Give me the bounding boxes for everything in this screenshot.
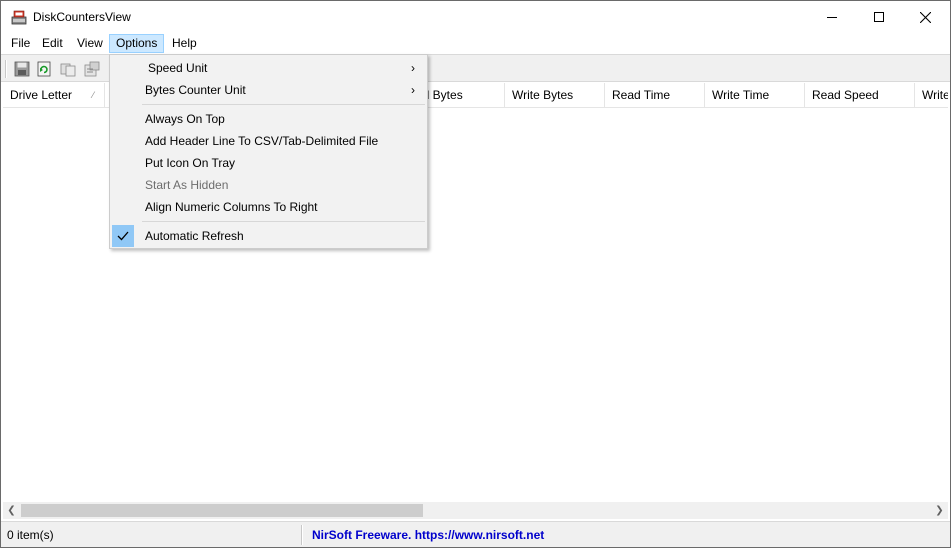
window-title: DiskCountersView bbox=[33, 10, 131, 24]
refresh-icon bbox=[37, 61, 51, 77]
app-disk-icon bbox=[11, 10, 27, 26]
menu-file[interactable]: File bbox=[5, 34, 36, 53]
refresh-button[interactable] bbox=[33, 58, 55, 80]
nirsoft-link[interactable]: NirSoft Freeware. https://www.nirsoft.ne… bbox=[308, 525, 544, 545]
menu-item-start-as-hidden: Start As Hidden bbox=[145, 178, 229, 192]
options-dropdown-menu: Speed Unit › Bytes Counter Unit › Always… bbox=[109, 54, 428, 249]
maximize-icon bbox=[874, 12, 884, 22]
properties-icon bbox=[84, 61, 100, 77]
properties-button[interactable] bbox=[81, 58, 103, 80]
menu-item-automatic-refresh[interactable]: Automatic Refresh bbox=[112, 225, 425, 247]
menu-separator bbox=[142, 104, 425, 105]
menu-edit[interactable]: Edit bbox=[36, 34, 69, 53]
close-icon bbox=[919, 11, 931, 23]
column-write-speed[interactable]: Write bbox=[915, 83, 948, 108]
submenu-arrow-icon: › bbox=[411, 83, 415, 97]
menu-help[interactable]: Help bbox=[166, 34, 203, 53]
menu-item-speed-unit[interactable]: Speed Unit › bbox=[112, 57, 425, 79]
copy-icon bbox=[60, 63, 76, 77]
menu-item-add-header-line[interactable]: Add Header Line To CSV/Tab-Delimited Fil… bbox=[112, 130, 425, 152]
status-item-count: 0 item(s) bbox=[7, 528, 54, 542]
horizontal-scrollbar[interactable]: ❮ ❯ bbox=[3, 502, 948, 519]
status-bar: 0 item(s) NirSoft Freeware. https://www.… bbox=[1, 521, 950, 547]
save-icon bbox=[14, 61, 30, 77]
maximize-button[interactable] bbox=[856, 1, 902, 33]
status-separator bbox=[301, 525, 303, 545]
column-read-speed[interactable]: Read Speed bbox=[805, 83, 915, 108]
menu-item-always-on-top[interactable]: Always On Top bbox=[112, 108, 425, 130]
column-drive-letter[interactable]: Drive Letter ⁄ bbox=[3, 83, 105, 108]
column-read-time[interactable]: Read Time bbox=[605, 83, 705, 108]
copy-button[interactable] bbox=[57, 58, 79, 80]
column-write-bytes[interactable]: Write Bytes bbox=[505, 83, 605, 108]
submenu-arrow-icon: › bbox=[411, 61, 415, 75]
menu-bar: File Edit View Options Help bbox=[1, 33, 950, 53]
menu-item-align-numeric-columns[interactable]: Align Numeric Columns To Right bbox=[112, 196, 425, 218]
scrollbar-thumb[interactable] bbox=[21, 504, 423, 517]
minimize-button[interactable] bbox=[809, 1, 855, 33]
column-write-time[interactable]: Write Time bbox=[705, 83, 805, 108]
app-window: DiskCountersView File Edit View Options … bbox=[0, 0, 951, 548]
menu-item-bytes-counter-unit[interactable]: Bytes Counter Unit › bbox=[112, 79, 425, 101]
scroll-right-arrow-icon[interactable]: ❯ bbox=[931, 502, 948, 519]
checkmark-icon bbox=[112, 225, 134, 247]
sort-ascending-icon: ⁄ bbox=[92, 90, 94, 100]
menu-item-put-icon-on-tray[interactable]: Put Icon On Tray bbox=[112, 152, 425, 174]
menu-options[interactable]: Options bbox=[109, 34, 165, 53]
toolbar-grip[interactable] bbox=[5, 60, 7, 78]
minimize-icon bbox=[827, 17, 837, 18]
scroll-left-arrow-icon[interactable]: ❮ bbox=[3, 502, 20, 519]
title-bar[interactable]: DiskCountersView bbox=[1, 1, 950, 33]
menu-view[interactable]: View bbox=[71, 34, 109, 53]
close-button[interactable] bbox=[902, 1, 948, 33]
save-button[interactable] bbox=[11, 58, 33, 80]
menu-separator bbox=[142, 221, 425, 222]
